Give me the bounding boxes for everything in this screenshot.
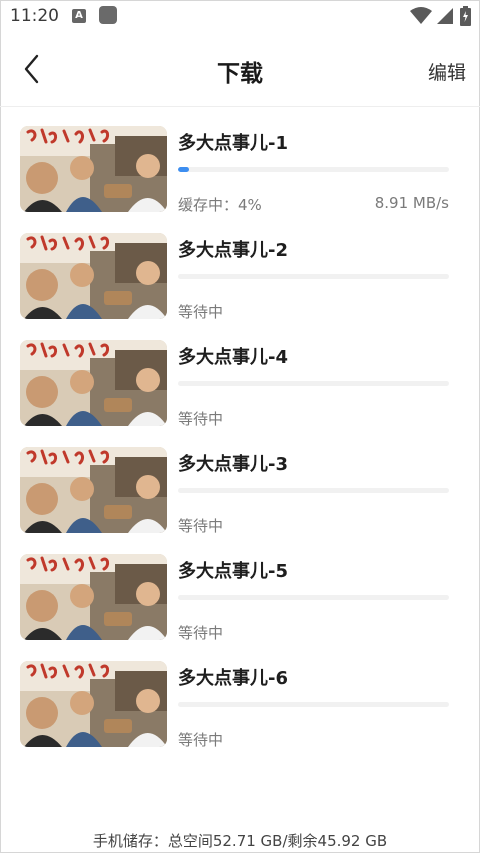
video-thumbnail xyxy=(20,554,167,640)
top-app-bar: 下载 编辑 xyxy=(0,32,480,107)
wifi-icon xyxy=(410,7,432,24)
download-item[interactable]: 多大点事儿-4 等待中 xyxy=(0,320,480,428)
download-title: 多大点事儿-5 xyxy=(178,561,288,582)
app-notification-icon xyxy=(99,6,117,24)
download-title: 多大点事儿-6 xyxy=(178,668,288,689)
video-thumbnail xyxy=(20,126,167,212)
download-title: 多大点事儿-1 xyxy=(178,133,288,154)
page-title: 下载 xyxy=(217,61,263,87)
status-time: 11:20 xyxy=(10,6,59,26)
progress-bar xyxy=(178,381,449,386)
progress-bar xyxy=(178,488,449,493)
progress-fill xyxy=(178,167,189,172)
download-item[interactable]: 多大点事儿-5 等待中 xyxy=(0,534,480,642)
a-notification-icon: A xyxy=(72,9,86,23)
download-item[interactable]: 多大点事儿-6 等待中 xyxy=(0,641,480,749)
download-title: 多大点事儿-2 xyxy=(178,240,288,261)
edit-button[interactable]: 编辑 xyxy=(428,58,466,85)
status-bar: 11:20 A xyxy=(0,0,480,32)
download-status: 等待中 xyxy=(178,517,224,535)
battery-icon xyxy=(460,6,471,26)
video-thumbnail xyxy=(20,447,167,533)
storage-info: 手机储存：总空间52.71 GB/剩余45.92 GB xyxy=(92,832,388,850)
video-thumbnail xyxy=(20,233,167,319)
download-title: 多大点事儿-3 xyxy=(178,454,288,475)
progress-bar xyxy=(178,595,449,600)
download-item[interactable]: 多大点事儿-2 等待中 xyxy=(0,213,480,321)
video-thumbnail xyxy=(20,340,167,426)
download-item[interactable]: 多大点事儿-1 缓存中：4% 8.91 MB/s xyxy=(0,106,480,214)
download-title: 多大点事儿-4 xyxy=(178,347,288,368)
download-status: 等待中 xyxy=(178,731,224,749)
progress-bar xyxy=(178,274,449,279)
signal-icon xyxy=(437,8,453,24)
download-status: 等待中 xyxy=(178,303,224,321)
download-status: 等待中 xyxy=(178,410,224,428)
progress-bar xyxy=(178,702,449,707)
video-thumbnail xyxy=(20,661,167,747)
download-speed: 8.91 MB/s xyxy=(374,194,449,212)
progress-bar xyxy=(178,167,449,172)
download-status: 缓存中：4% xyxy=(178,196,262,214)
download-status: 等待中 xyxy=(178,624,224,642)
download-item[interactable]: 多大点事儿-3 等待中 xyxy=(0,427,480,535)
